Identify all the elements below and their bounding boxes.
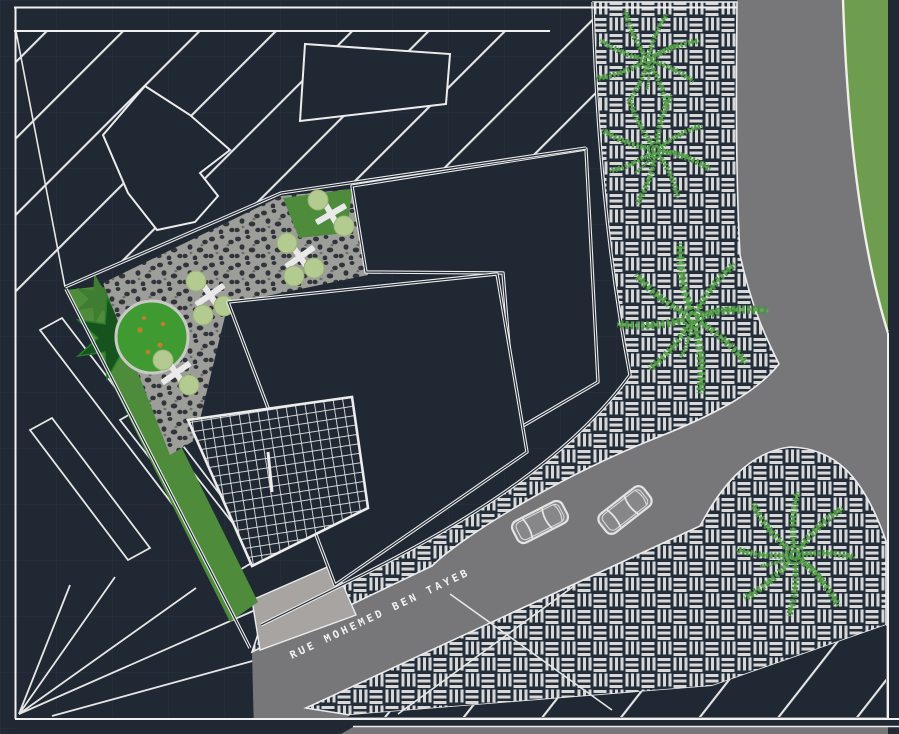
cad-model-space[interactable]: RUE MOHEMED BEN TAYEB (0, 0, 899, 734)
circular-lawn[interactable] (116, 301, 188, 373)
right-margin (889, 0, 899, 719)
site-plan-drawing[interactable]: RUE MOHEMED BEN TAYEB (0, 0, 899, 734)
